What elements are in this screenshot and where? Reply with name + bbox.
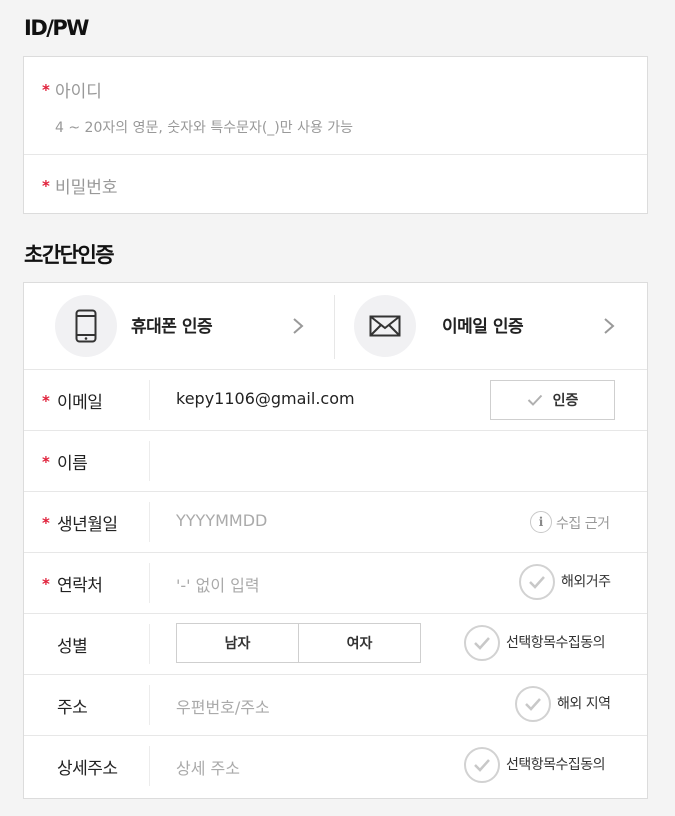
birth-row: * 생년월일 YYYYMMDD i 수집 근거 bbox=[24, 491, 647, 552]
password-field[interactable]: * 비밀번호 bbox=[24, 155, 647, 214]
email-field[interactable]: kepy1106@gmail.com bbox=[176, 389, 355, 408]
check-icon bbox=[529, 576, 545, 589]
divider bbox=[149, 563, 150, 603]
overseas-region-label: 해외 지역 bbox=[557, 696, 611, 712]
required-mark: * bbox=[42, 81, 50, 99]
divider bbox=[149, 624, 150, 664]
check-icon bbox=[527, 394, 542, 406]
email-auth-label: 이메일 인증 bbox=[442, 317, 524, 337]
mail-icon bbox=[369, 315, 401, 337]
id-label: 아이디 bbox=[55, 82, 102, 102]
email-label: 이메일 bbox=[57, 393, 103, 413]
address-label: 주소 bbox=[57, 698, 88, 718]
chevron-right-icon bbox=[293, 318, 304, 334]
check-icon bbox=[474, 759, 490, 772]
phone-icon-circle bbox=[55, 295, 117, 357]
birth-label: 생년월일 bbox=[57, 515, 118, 535]
idpw-section-title: ID/PW bbox=[24, 16, 89, 40]
email-row: * 이메일 kepy1106@gmail.com 인증 bbox=[24, 369, 647, 430]
verify-button-label: 인증 bbox=[552, 393, 579, 409]
detail-consent-checkbox[interactable] bbox=[464, 747, 500, 783]
gender-row: 성별 남자 여자 선택항목수집동의 bbox=[24, 613, 647, 674]
tab-phone-auth[interactable]: 휴대폰 인증 bbox=[24, 283, 334, 369]
phone-field[interactable]: '-' 없이 입력 bbox=[176, 572, 260, 596]
required-mark: * bbox=[42, 453, 50, 471]
check-icon bbox=[525, 698, 541, 711]
phone-row: * 연락처 '-' 없이 입력 해외거주 bbox=[24, 552, 647, 613]
gender-label: 성별 bbox=[57, 637, 88, 657]
detail-address-label: 상세주소 bbox=[57, 759, 118, 779]
gender-consent-checkbox[interactable] bbox=[464, 625, 500, 661]
address-field[interactable]: 우편번호/주소 bbox=[176, 694, 270, 718]
divider bbox=[149, 441, 150, 481]
required-mark: * bbox=[42, 575, 50, 593]
gender-toggle: 남자 여자 bbox=[176, 623, 421, 663]
overseas-region-checkbox[interactable] bbox=[515, 686, 551, 722]
idpw-box: * 아이디 4 ~ 20자의 영문, 숫자와 특수문자(_)만 사용 가능 * … bbox=[23, 56, 648, 214]
divider bbox=[149, 380, 150, 420]
gender-male-button[interactable]: 남자 bbox=[177, 624, 298, 662]
required-mark: * bbox=[42, 177, 50, 195]
quick-auth-box: 휴대폰 인증 이메일 인증 * 이메일 kepy1106@gmail.com 인… bbox=[23, 282, 648, 799]
info-icon[interactable]: i bbox=[530, 511, 552, 533]
password-label: 비밀번호 bbox=[55, 178, 118, 198]
required-mark: * bbox=[42, 392, 50, 410]
phone-icon bbox=[75, 309, 97, 343]
divider bbox=[149, 746, 150, 786]
gender-consent-label: 선택항목수집동의 bbox=[506, 635, 606, 651]
detail-address-row: 상세주소 상세 주소 선택항목수집동의 bbox=[24, 735, 647, 799]
phone-auth-label: 휴대폰 인증 bbox=[131, 317, 213, 337]
name-row: * 이름 bbox=[24, 430, 647, 491]
detail-address-field[interactable]: 상세 주소 bbox=[176, 755, 240, 779]
divider bbox=[149, 502, 150, 542]
divider bbox=[149, 685, 150, 725]
mail-icon-circle bbox=[354, 295, 416, 357]
collection-basis-link[interactable]: 수집 근거 bbox=[556, 513, 610, 533]
chevron-right-icon bbox=[604, 318, 615, 334]
gender-female-button[interactable]: 여자 bbox=[298, 624, 420, 662]
birth-field[interactable]: YYYYMMDD bbox=[176, 511, 267, 530]
id-hint: 4 ~ 20자의 영문, 숫자와 특수문자(_)만 사용 가능 bbox=[55, 120, 354, 136]
name-label: 이름 bbox=[57, 454, 88, 474]
required-mark: * bbox=[42, 514, 50, 532]
address-row: 주소 우편번호/주소 해외 지역 bbox=[24, 674, 647, 735]
quick-auth-section-title: 초간단인증 bbox=[24, 243, 115, 267]
overseas-resident-label: 해외거주 bbox=[561, 574, 611, 590]
verify-button[interactable]: 인증 bbox=[490, 380, 615, 420]
tab-email-auth[interactable]: 이메일 인증 bbox=[335, 283, 647, 369]
check-icon bbox=[474, 637, 490, 650]
phone-label: 연락처 bbox=[57, 576, 103, 596]
id-field[interactable]: * 아이디 4 ~ 20자의 영문, 숫자와 특수문자(_)만 사용 가능 bbox=[24, 57, 647, 154]
detail-consent-label: 선택항목수집동의 bbox=[506, 757, 606, 773]
overseas-resident-checkbox[interactable] bbox=[519, 564, 555, 600]
